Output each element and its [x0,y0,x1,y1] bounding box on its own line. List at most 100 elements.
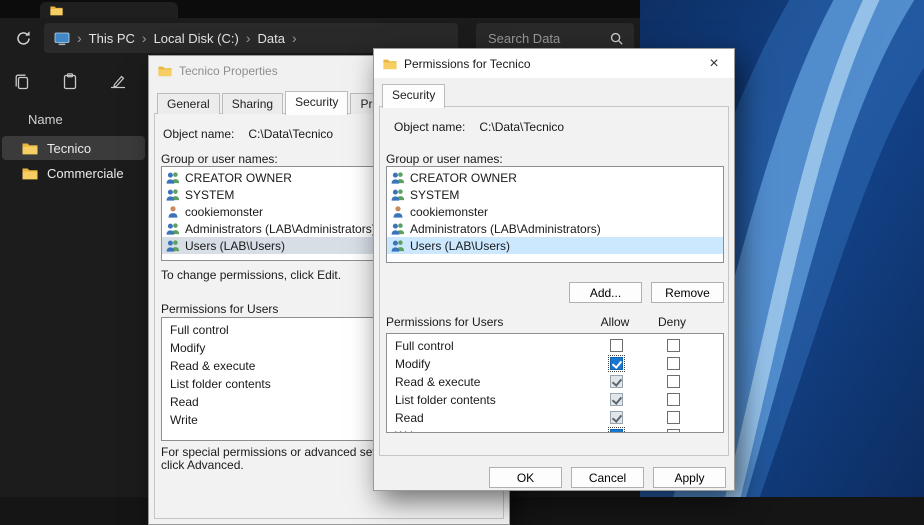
permission-name: Modify [170,341,205,355]
tab[interactable]: General [157,93,220,114]
group-icon [391,239,405,252]
permission-row[interactable]: List folder contents [387,391,723,409]
group-name: cookiemonster [410,205,488,219]
paste-icon [61,72,79,90]
cancel-button[interactable]: Cancel [571,467,644,488]
permissions-dialog-titlebar[interactable]: Permissions for Tecnico × [374,49,734,78]
permissions-label: Permissions for Users [386,315,503,329]
breadcrumb-item[interactable]: › Data [246,31,285,46]
dialog-title: Tecnico Properties [179,64,278,78]
group-name: SYSTEM [185,188,234,202]
permission-row[interactable]: Full control [387,337,723,355]
group-icon [166,222,180,235]
refresh-icon [15,30,32,47]
group-row[interactable]: CREATOR OWNER [387,169,723,186]
permission-name: Full control [170,323,229,337]
folder-icon [22,142,38,155]
breadcrumb-item[interactable]: › This PC [77,31,135,46]
permission-row[interactable]: Modify [387,355,723,373]
group-row[interactable]: Administrators (LAB\Administrators) [387,220,723,237]
permission-name: Read [387,411,424,425]
file-name: Tecnico [47,141,91,156]
permission-row[interactable]: Read & execute [387,373,723,391]
remove-button[interactable]: Remove [651,282,724,303]
group-icon [166,239,180,252]
tab-label: Security [295,95,338,109]
chevron-right-icon: › [246,31,251,45]
paste-button[interactable] [56,67,84,95]
folder-icon [22,167,38,180]
groups-label: Group or user names: [386,152,503,166]
permission-row[interactable]: Write [387,427,723,433]
deny-checkbox[interactable] [667,357,680,370]
permission-name: Modify [387,357,430,371]
object-name-value: C:\Data\Tecnico [479,120,564,134]
this-pc-icon [54,31,70,46]
group-row[interactable]: SYSTEM [387,186,723,203]
file-name: Commerciale [47,166,124,181]
apply-button[interactable]: Apply [653,467,726,488]
rename-icon [109,72,127,90]
breadcrumb-item[interactable]: › Local Disk (C:) [142,31,239,46]
permission-name: Read [170,395,199,409]
group-icon [166,171,180,184]
deny-checkbox[interactable] [667,375,680,388]
add-button[interactable]: Add... [569,282,642,303]
edit-hint: To change permissions, click Edit. [161,268,341,282]
group-name: Users (LAB\Users) [185,239,285,253]
copy-button[interactable] [8,67,36,95]
permissions-dialog: Permissions for Tecnico × Security Objec… [373,48,735,491]
permissions-listbox[interactable]: Full control Modify Read & execute List … [386,333,724,433]
permissions-label: Permissions for Users [161,302,278,316]
refresh-button[interactable] [10,25,36,51]
deny-checkbox[interactable] [667,411,680,424]
user-icon [391,205,405,218]
search-input[interactable] [486,30,609,47]
group-listbox[interactable]: CREATOR OWNER SYSTEM [386,166,724,263]
folder-icon [158,65,172,77]
allow-column-header: Allow [586,315,644,329]
group-name: Administrators (LAB\Administrators) [410,222,601,236]
object-name-value: C:\Data\Tecnico [248,127,333,141]
file-row[interactable]: Commerciale [2,161,145,185]
tab-label: General [167,97,210,111]
deny-checkbox[interactable] [667,393,680,406]
rename-button[interactable] [104,67,132,95]
group-row[interactable]: Users (LAB\Users) [387,237,723,254]
tab[interactable]: Security [285,91,348,115]
file-row[interactable]: Tecnico [2,136,145,160]
permission-name: Write [387,429,423,433]
permission-row[interactable]: Read [387,409,723,427]
allow-checkbox[interactable] [610,375,623,388]
chevron-right-icon[interactable]: › [292,31,297,45]
tab[interactable]: Sharing [222,93,283,114]
allow-checkbox[interactable] [610,357,623,370]
deny-checkbox[interactable] [667,339,680,352]
close-button[interactable]: × [694,49,734,78]
group-name: cookiemonster [185,205,263,219]
group-icon [391,171,405,184]
permissions-tab-strip: Security [382,84,447,108]
group-icon [391,188,405,201]
group-name: CREATOR OWNER [410,171,517,185]
deny-checkbox[interactable] [667,429,680,433]
tab-security[interactable]: Security [382,84,445,108]
group-row[interactable]: cookiemonster [387,203,723,220]
ok-button[interactable]: OK [489,467,562,488]
allow-checkbox[interactable] [610,411,623,424]
allow-checkbox[interactable] [610,393,623,406]
permission-name: List folder contents [387,393,496,407]
group-icon [391,222,405,235]
object-name-label: Object name: [163,127,234,141]
deny-column-header: Deny [643,315,701,329]
breadcrumb: › This PC › Local Disk (C:) › Data [77,31,285,46]
search-icon [609,31,624,46]
allow-checkbox[interactable] [610,429,623,433]
groups-label: Group or user names: [161,152,278,166]
explorer-tab[interactable] [40,2,178,18]
tab-label: Security [392,88,435,102]
permission-name: Full control [387,339,454,353]
copy-icon [13,72,31,90]
allow-checkbox[interactable] [610,339,623,352]
permission-name: List folder contents [170,377,271,391]
